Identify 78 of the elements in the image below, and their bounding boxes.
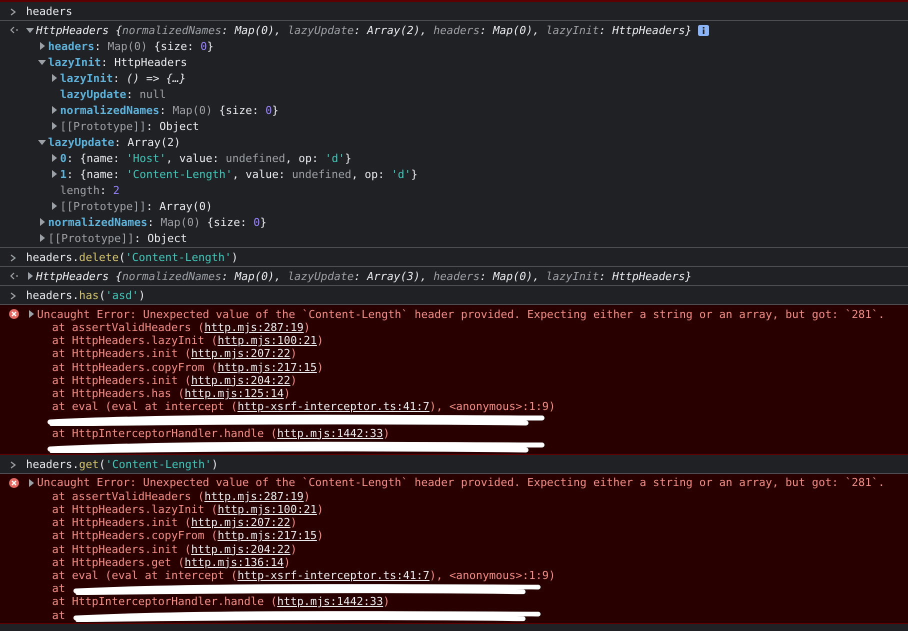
expand-triangle-icon[interactable] [50, 106, 58, 114]
source-link[interactable]: http.mjs:136:14 [184, 556, 284, 569]
source-link[interactable]: http.mjs:1442:33 [277, 426, 384, 440]
source-link[interactable]: http.mjs:207:22 [191, 347, 290, 360]
prompt-chevron-icon [9, 460, 17, 469]
property-line: normalizedNames: Map(0) {size: 0} [48, 216, 267, 228]
stack-frame: at eval (eval at intercept (http-xsrf-interceptor.ts:41:7), <anonymous>:1:9) [52, 400, 556, 414]
error-icon [9, 309, 19, 319]
source-link[interactable]: http.mjs:217:15 [218, 529, 317, 542]
expand-triangle-icon[interactable] [38, 42, 46, 50]
property-line: [[Prototype]]: Object [60, 120, 200, 132]
source-link[interactable]: http.mjs:207:22 [191, 516, 290, 530]
expand-triangle-icon[interactable] [38, 138, 46, 146]
source-link[interactable]: http-xsrf-interceptor.ts:41:7 [237, 569, 430, 582]
error-message: Uncaught Error: Unexpected value of the `Content-Length` header provided. Expecting either a string or an array, but got: `281`. [37, 308, 885, 320]
stack-frame: at [52, 608, 66, 622]
stack-frame: at HttpHeaders.init (http.mjs:204:22) [52, 374, 298, 387]
source-link[interactable]: http.mjs:287:19 [204, 321, 304, 334]
stack-frame: at HttpInterceptorHandler.handle (http.mjs:1442:33) [52, 426, 390, 440]
object-preview: HttpHeaders {normalizedNames: Map(0), lazyUpdate: Array(3), headers: Map(0), lazyInit: HttpHeaders} [36, 270, 692, 282]
stack-frame: at HttpHeaders.get (http.mjs:136:14) [52, 556, 290, 569]
object-preview: HttpHeaders {normalizedNames: Map(0), lazyUpdate: Array(2), headers: Map(0), lazyInit: HttpHeaders} [36, 24, 692, 36]
property-line: lazyInit: () => {…} [60, 72, 186, 84]
property-line: lazyUpdate: null [60, 88, 166, 100]
expand-triangle-icon[interactable] [27, 310, 35, 318]
source-link[interactable]: http.mjs:1442:33 [277, 595, 384, 608]
property-line: lazyUpdate: Array(2) [48, 136, 180, 148]
property-line: headers: Map(0) {size: 0} [48, 40, 214, 52]
return-arrow-icon [9, 26, 19, 34]
property-line: 0: {name: 'Host', value: undefined, op: 'd'} [60, 152, 352, 164]
expand-triangle-icon[interactable] [50, 202, 58, 210]
stack-frame: at HttpHeaders.has (http.mjs:125:14) [52, 386, 290, 400]
prompt-chevron-icon [9, 292, 17, 300]
expand-triangle-icon[interactable] [38, 58, 46, 66]
stack-frame: at [52, 582, 66, 596]
property-line: lazyInit: HttpHeaders [48, 56, 188, 68]
property-line: 1: {name: 'Content-Length', value: undefined, op: 'd'} [60, 168, 418, 180]
command-text: headers.has('asd') [26, 289, 146, 302]
prompt-chevron-icon [9, 8, 17, 16]
command-text: headers.delete('Content-Length') [26, 251, 238, 264]
source-link[interactable]: http.mjs:204:22 [191, 542, 290, 556]
prompt-chevron-icon [9, 254, 17, 262]
expand-triangle-icon[interactable] [50, 154, 58, 162]
error-message: Uncaught Error: Unexpected value of the `Content-Length` header provided. Expecting either a string or an array, but got: `281`. [37, 476, 885, 490]
stack-frame: at HttpHeaders.copyFrom (http.mjs:217:15) [52, 529, 324, 542]
source-link[interactable]: http.mjs:100:21 [218, 334, 317, 348]
expand-triangle-icon[interactable] [38, 218, 46, 226]
property-line: [[Prototype]]: Array(0) [60, 200, 212, 212]
stack-frame: at assertValidHeaders (http.mjs:287:19) [52, 321, 310, 334]
stack-frame: at HttpHeaders.lazyInit (http.mjs:100:21) [52, 334, 324, 348]
return-arrow-icon [9, 272, 19, 280]
expand-triangle-icon[interactable] [26, 272, 34, 280]
stack-frame: at eval (eval at intercept (http-xsrf-interceptor.ts:41:7), <anonymous>:1:9) [52, 569, 556, 582]
source-link[interactable]: http.mjs:100:21 [218, 503, 317, 516]
source-link[interactable]: http-xsrf-interceptor.ts:41:7 [237, 400, 430, 414]
stack-frame: at HttpHeaders.init (http.mjs:207:22) [52, 516, 298, 530]
expand-triangle-icon[interactable] [50, 170, 58, 178]
error-icon [9, 478, 19, 488]
property-line: normalizedNames: Map(0) {size: 0} [60, 104, 279, 116]
stack-frame: at HttpHeaders.init (http.mjs:207:22) [52, 347, 298, 360]
expand-triangle-icon[interactable] [26, 26, 34, 34]
command-text: headers [26, 5, 72, 18]
stack-frame: at assertValidHeaders (http.mjs:287:19) [52, 490, 310, 503]
stack-frame: at HttpHeaders.copyFrom (http.mjs:217:15) [52, 360, 324, 374]
expand-triangle-icon[interactable] [50, 74, 58, 82]
source-link[interactable]: http.mjs:217:15 [218, 360, 317, 374]
command-text: headers.get('Content-Length') [26, 458, 218, 471]
expand-triangle-icon[interactable] [27, 478, 35, 487]
stack-frame: at HttpHeaders.lazyInit (http.mjs:100:21) [52, 503, 324, 516]
property-line: length: 2 [60, 184, 120, 196]
expand-triangle-icon[interactable] [38, 234, 46, 242]
source-link[interactable]: http.mjs:287:19 [204, 490, 304, 503]
expand-triangle-icon[interactable] [50, 122, 58, 130]
source-link[interactable]: http.mjs:125:14 [184, 386, 284, 400]
source-link[interactable]: http.mjs:204:22 [191, 374, 290, 387]
property-line: [[Prototype]]: Object [48, 232, 188, 244]
stack-frame: at HttpInterceptorHandler.handle (http.mjs:1442:33) [52, 595, 390, 608]
stack-frame: at HttpHeaders.init (http.mjs:204:22) [52, 542, 298, 556]
